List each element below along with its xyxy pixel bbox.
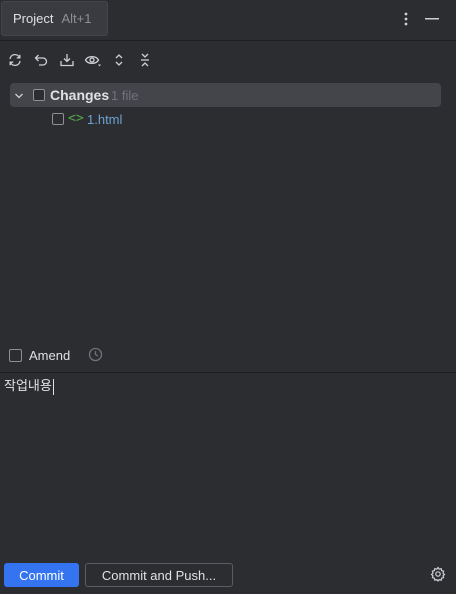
rollback-icon[interactable] bbox=[30, 49, 52, 71]
gear-icon[interactable] bbox=[430, 566, 446, 587]
html-file-icon: <> bbox=[68, 111, 84, 126]
divider bbox=[0, 372, 456, 373]
changes-count: 1 file bbox=[111, 88, 139, 103]
minimize-icon[interactable] bbox=[421, 8, 443, 30]
clock-history-icon[interactable] bbox=[88, 347, 103, 367]
amend-checkbox[interactable] bbox=[9, 349, 22, 362]
more-vertical-icon[interactable] bbox=[395, 8, 417, 30]
tab-project[interactable]: Project Alt+1 bbox=[1, 1, 108, 36]
changes-checkbox[interactable] bbox=[33, 89, 45, 101]
amend-label: Amend bbox=[29, 348, 71, 363]
text-caret bbox=[52, 378, 54, 395]
file-checkbox[interactable] bbox=[52, 113, 64, 125]
commit-message-input[interactable]: 작업내용 bbox=[4, 375, 54, 395]
commit-message-text: 작업내용 bbox=[4, 378, 52, 393]
tab-title: Project bbox=[13, 11, 54, 26]
chevron-down-icon[interactable] bbox=[13, 89, 25, 107]
list-item[interactable]: <> 1.html bbox=[50, 110, 250, 130]
commit-and-push-button[interactable]: Commit and Push... bbox=[85, 563, 233, 587]
commit-button[interactable]: Commit bbox=[4, 563, 79, 587]
changes-label: Changes bbox=[50, 87, 110, 103]
expand-all-icon[interactable] bbox=[108, 49, 130, 71]
refresh-icon[interactable] bbox=[4, 49, 26, 71]
preview-eye-icon[interactable] bbox=[82, 49, 104, 71]
commit-toolbar bbox=[0, 46, 456, 74]
file-name: 1.html bbox=[87, 112, 123, 127]
changes-group-row[interactable]: Changes 1 file bbox=[10, 83, 441, 107]
amend-row: Amend bbox=[9, 346, 129, 366]
shelve-icon[interactable] bbox=[56, 49, 78, 71]
collapse-all-icon[interactable] bbox=[134, 49, 156, 71]
tab-shortcut: Alt+1 bbox=[61, 11, 92, 26]
tool-window-header: Project Alt+1 bbox=[0, 0, 456, 41]
